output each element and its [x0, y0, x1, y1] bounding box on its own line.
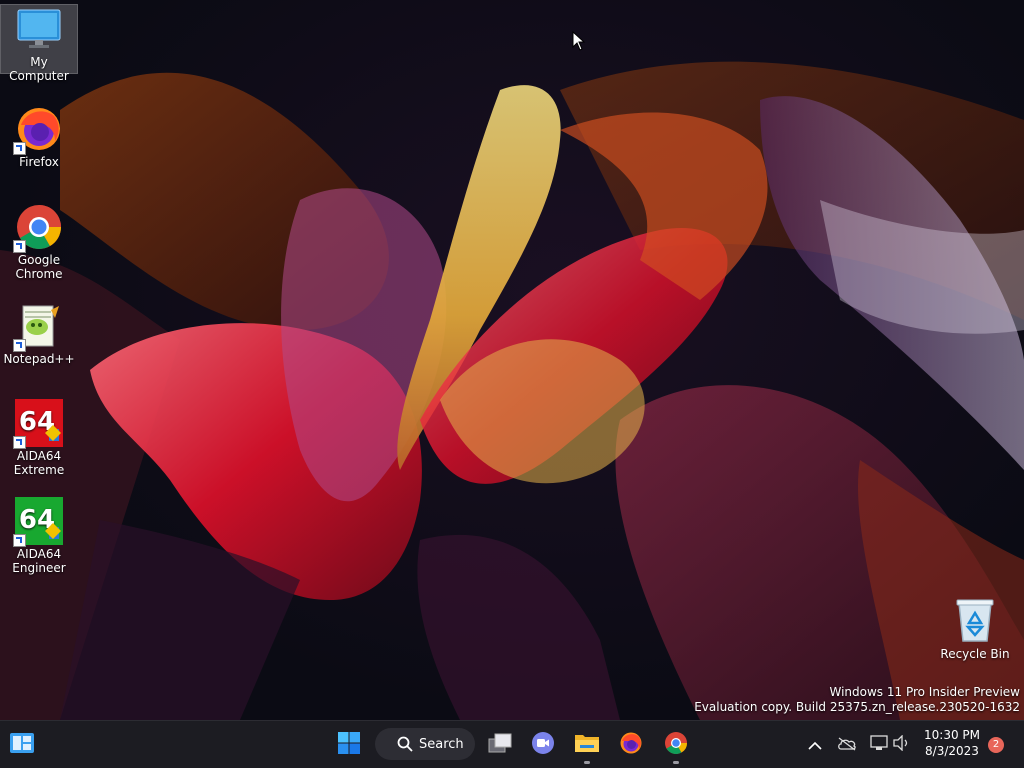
aida64-engineer-icon: 64 — [13, 497, 63, 547]
watermark-edition: Windows 11 Pro Insider Preview — [829, 685, 1020, 699]
notepadpp-icon — [13, 302, 63, 352]
aida64-extreme-icon: 64 — [13, 399, 63, 449]
shortcut-arrow-icon — [13, 339, 26, 352]
chrome-icon — [664, 731, 688, 759]
desktop-icon-label: AIDA64 Engineer — [12, 547, 66, 575]
shortcut-arrow-icon — [13, 436, 26, 449]
firefox-icon — [13, 105, 63, 155]
watermark-build: Evaluation copy. Build 25375.zn_release.… — [694, 700, 1020, 714]
desktop-icon-my-computer[interactable]: My Computer — [0, 4, 78, 83]
desktop-icon-label: Recycle Bin — [940, 647, 1010, 661]
widgets-icon — [9, 732, 35, 758]
monitor-icon — [15, 5, 63, 53]
teams-chat-icon — [531, 731, 555, 759]
desktop-icon-label: My Computer — [9, 55, 69, 83]
desktop-icon-label: Firefox — [19, 155, 59, 169]
search-label: Search — [419, 736, 464, 752]
desktop-icon-aida64-engineer[interactable]: 64 AIDA64 Engineer — [1, 497, 77, 575]
running-indicator — [584, 761, 590, 764]
desktop-icon-label: Notepad++ — [3, 352, 75, 366]
mouse-cursor-icon — [572, 30, 586, 55]
file-explorer-button[interactable] — [571, 729, 603, 764]
firefox-icon — [619, 731, 643, 759]
file-explorer-icon — [574, 732, 600, 758]
task-view-button[interactable] — [484, 729, 516, 761]
start-icon — [337, 731, 361, 759]
desktop-icon-firefox[interactable]: Firefox — [1, 105, 77, 169]
teams-chat-button[interactable] — [527, 729, 559, 761]
show-hidden-icons-button[interactable] — [799, 729, 831, 761]
running-indicator — [673, 761, 679, 764]
taskbar: Search 10:30 PM 8/3/2023 2 — [0, 720, 1024, 768]
chevron-up-icon — [808, 736, 822, 755]
volume-tray-button[interactable] — [886, 729, 918, 761]
notification-badge[interactable]: 2 — [988, 737, 1004, 753]
taskbar-clock[interactable]: 10:30 PM 8/3/2023 — [918, 727, 986, 759]
taskbar-search-button[interactable]: Search — [375, 728, 475, 760]
shortcut-arrow-icon — [13, 534, 26, 547]
desktop-icon-notepadpp[interactable]: Notepad++ — [1, 302, 77, 366]
chrome-icon — [13, 203, 63, 253]
clock-date: 8/3/2023 — [925, 744, 979, 758]
desktop-icon-aida64-extreme[interactable]: 64 AIDA64 Extreme — [1, 399, 77, 477]
desktop-icon-recycle-bin[interactable]: Recycle Bin — [937, 597, 1013, 661]
clock-time: 10:30 PM — [924, 728, 980, 742]
shortcut-arrow-icon — [13, 142, 26, 155]
chrome-taskbar-button[interactable] — [660, 729, 692, 764]
volume-icon — [893, 734, 911, 755]
widgets-button[interactable] — [6, 729, 38, 761]
start-button[interactable] — [333, 729, 365, 761]
recycle-bin-icon — [951, 597, 999, 645]
desktop-wallpaper — [0, 0, 1024, 720]
shortcut-arrow-icon — [13, 240, 26, 253]
onedrive-icon — [837, 736, 857, 755]
desktop-icon-chrome[interactable]: Google Chrome — [1, 203, 77, 281]
onedrive-tray-button[interactable] — [831, 729, 863, 761]
firefox-taskbar-button[interactable] — [615, 729, 647, 761]
desktop-icon-label: Google Chrome — [15, 253, 63, 281]
desktop-icon-label: AIDA64 Extreme — [13, 449, 65, 477]
search-icon — [397, 736, 413, 752]
windows-build-watermark: Windows 11 Pro Insider Preview Evaluatio… — [694, 685, 1020, 715]
task-view-icon — [487, 732, 513, 758]
